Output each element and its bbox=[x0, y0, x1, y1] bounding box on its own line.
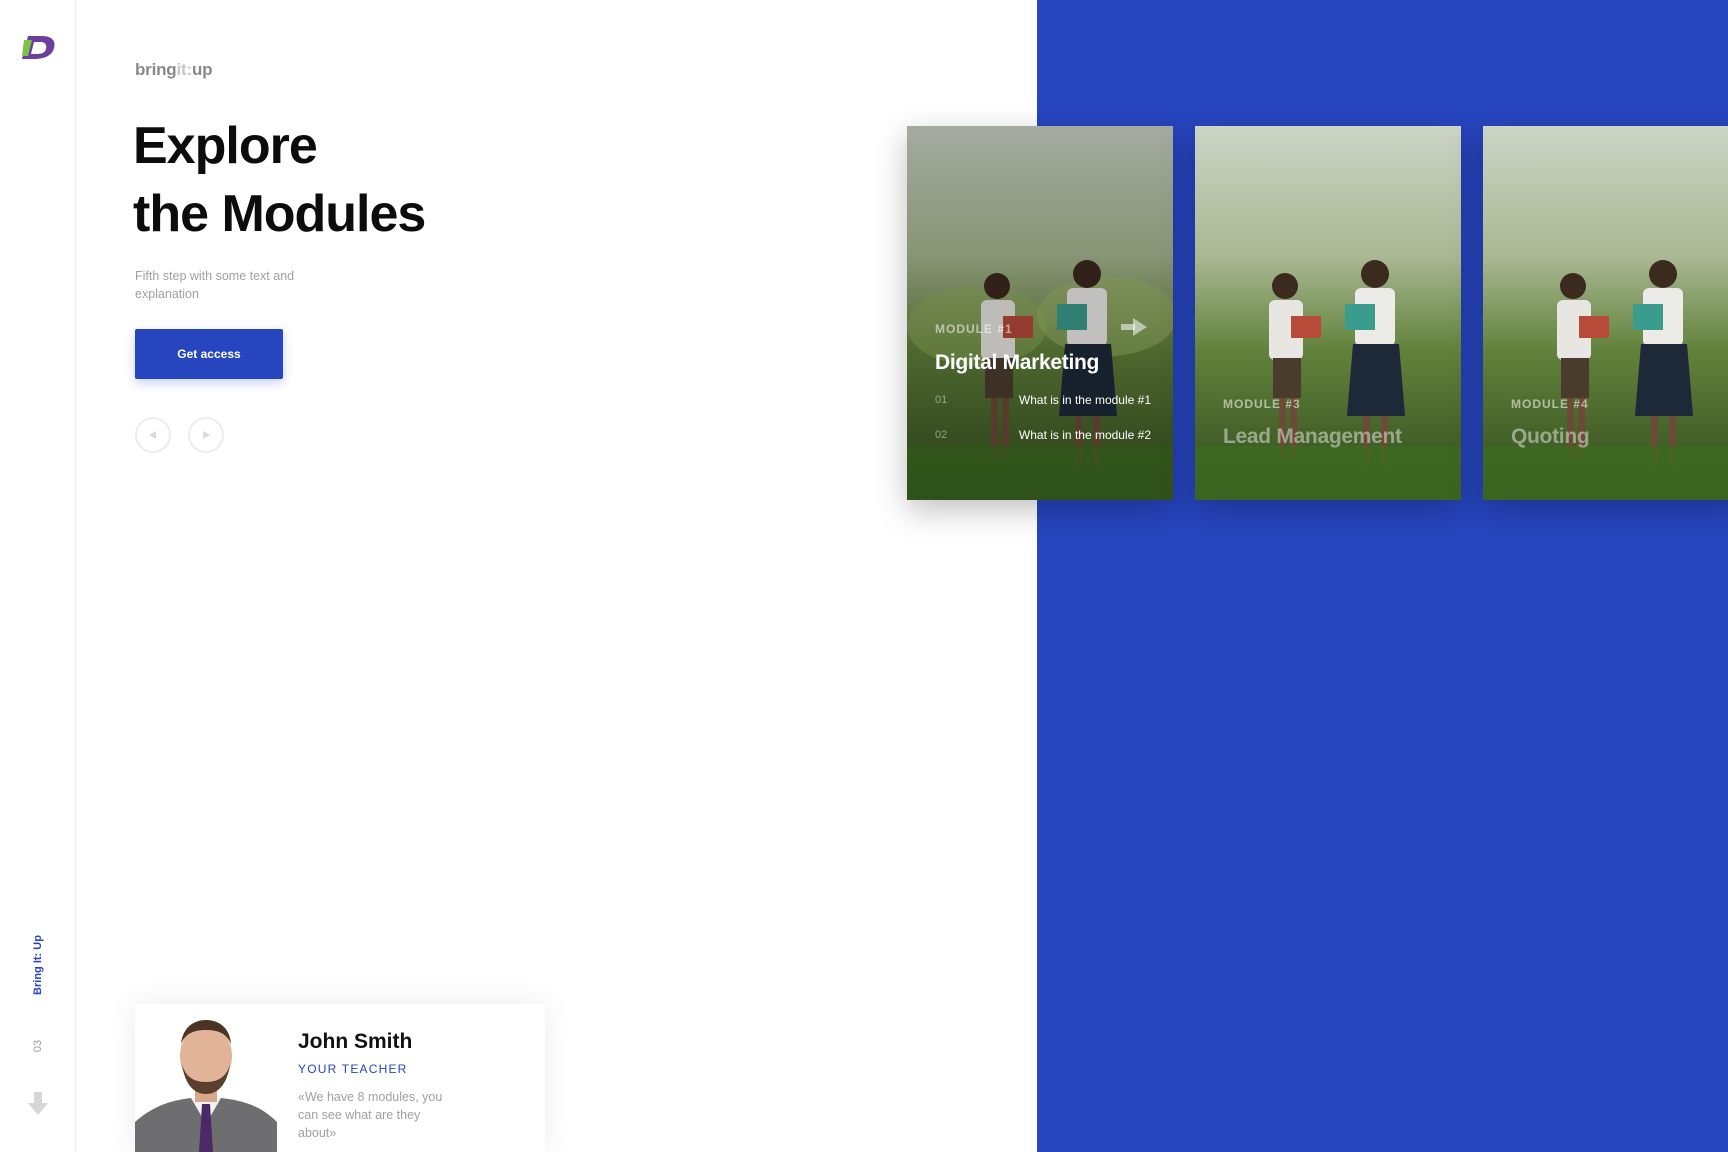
play-right-icon bbox=[203, 431, 210, 439]
module-card[interactable]: MODULE #3 Lead Management bbox=[1195, 126, 1461, 500]
module-label: MODULE #3 bbox=[1223, 397, 1301, 411]
page-title-line-2: the Modules bbox=[133, 185, 426, 243]
page-title-line-1: Explore bbox=[133, 117, 318, 175]
slide-number: 03 bbox=[28, 1034, 48, 1058]
teacher-avatar bbox=[135, 1004, 277, 1152]
logo-mark-icon[interactable] bbox=[20, 34, 56, 60]
slider-next-button[interactable] bbox=[188, 417, 224, 453]
module-item-number: 01 bbox=[935, 394, 948, 406]
module-item-number: 02 bbox=[935, 429, 948, 441]
slider-prev-button[interactable] bbox=[135, 417, 171, 453]
teacher-name: John Smith bbox=[298, 1030, 413, 1053]
slide-number-label: 03 bbox=[32, 1039, 44, 1053]
get-access-button[interactable]: Get access bbox=[135, 329, 283, 379]
module-card[interactable]: MODULE #1 Digital Marketing 01 What is i… bbox=[907, 126, 1173, 500]
brand-part-it: it: bbox=[176, 60, 193, 79]
arrow-right-icon[interactable] bbox=[1121, 318, 1147, 336]
sidebar-brand-label[interactable]: Bring It: Up bbox=[32, 935, 44, 995]
brand-logo-text[interactable]: bringit:up bbox=[135, 60, 213, 80]
brand-part-up: up bbox=[191, 60, 213, 79]
module-label: MODULE #4 bbox=[1511, 397, 1589, 411]
teacher-role: YOUR TEACHER bbox=[298, 1062, 408, 1076]
module-label: MODULE #1 bbox=[935, 322, 1013, 336]
module-title: Lead Management bbox=[1223, 425, 1402, 448]
module-list-item[interactable]: 02 What is in the module #2 bbox=[935, 426, 1151, 446]
play-left-icon bbox=[149, 431, 156, 439]
module-title: Digital Marketing bbox=[935, 351, 1100, 374]
module-item-text: What is in the module #1 bbox=[1018, 393, 1151, 407]
module-item-text: What is in the module #2 bbox=[1018, 428, 1151, 442]
teacher-quote: «We have 8 modules, you can see what are… bbox=[298, 1090, 443, 1140]
module-title: Quoting bbox=[1511, 425, 1590, 448]
sidebar-brand-link[interactable]: Bring It: Up bbox=[26, 930, 50, 1000]
sidebar: Bring It: Up 03 bbox=[0, 0, 76, 1152]
module-list-item[interactable]: 01 What is in the module #1 bbox=[935, 391, 1151, 411]
page-title: Explore the Modules bbox=[133, 112, 426, 248]
teacher-card: John Smith YOUR TEACHER «We have 8 modul… bbox=[135, 1004, 545, 1152]
brand-part-bring: bring bbox=[135, 60, 177, 79]
page-subtitle: Fifth step with some text and explanatio… bbox=[135, 269, 295, 301]
arrow-down-icon[interactable] bbox=[28, 1092, 48, 1116]
module-card[interactable]: MODULE #4 Quoting bbox=[1483, 126, 1728, 500]
